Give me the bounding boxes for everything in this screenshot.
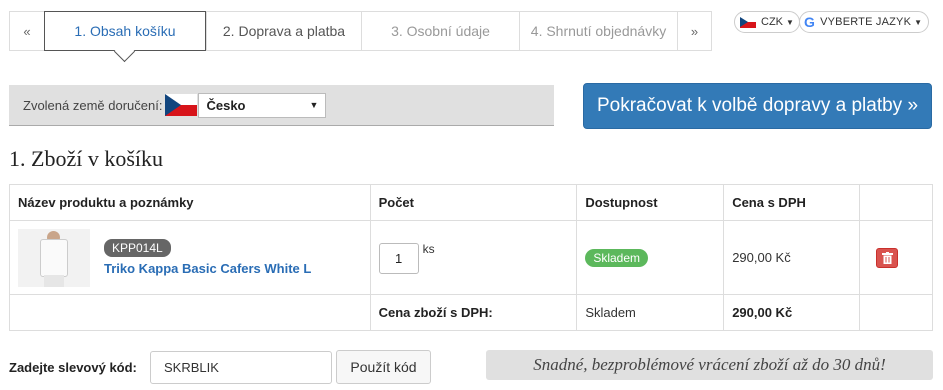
availability-cell: Skladem [576, 220, 725, 295]
product-cell: KPP014L Triko Kappa Basic Cafers White L [9, 220, 371, 295]
total-row: Cena zboží s DPH: Skladem 290,00 Kč [9, 294, 933, 331]
total-actions-cell [859, 294, 933, 331]
product-code-badge: KPP014L [104, 239, 171, 257]
step-personal-info[interactable]: 3. Osobní údaje [361, 12, 519, 50]
step-label: 4. Shrnutí objednávky [530, 23, 667, 39]
product-thumbnail[interactable] [18, 228, 90, 287]
checkout-steps: « 1. Obsah košíku 2. Doprava a platba 3.… [9, 11, 712, 51]
trash-icon [881, 251, 893, 264]
status-badge: Skladem [585, 248, 648, 267]
delete-item-button[interactable] [876, 247, 899, 268]
step-label: 1. Obsah košíku [74, 23, 176, 39]
chevron-down-icon: ▼ [914, 17, 923, 27]
steps-next-button[interactable]: » [677, 12, 711, 50]
currency-selector[interactable]: CZK ▼ [734, 11, 800, 33]
country-select-value: Česko [206, 97, 246, 113]
chevron-down-icon: ▼ [309, 100, 319, 110]
column-header-quantity: Počet [369, 184, 578, 221]
product-name-link[interactable]: Triko Kappa Basic Cafers White L [104, 261, 311, 276]
quantity-input[interactable]: 1 [378, 242, 419, 274]
column-header-actions [859, 184, 933, 221]
cart-title: 1. Zboží v košíku [9, 146, 163, 171]
cart-table: Název produktu a poznámky Počet Dostupno… [9, 184, 933, 331]
google-icon: G [804, 14, 816, 30]
currency-label: CZK [761, 16, 783, 28]
total-label: Cena zboží s DPH: [369, 294, 578, 331]
total-price: 290,00 Kč [723, 294, 861, 331]
step-label: 2. Doprava a platba [222, 23, 346, 39]
continue-button-label: Pokračovat k volbě dopravy a platby » [596, 95, 919, 116]
column-header-availability: Dostupnost [576, 184, 725, 221]
language-selector[interactable]: G VYBERTE JAZYK ▼ [799, 11, 930, 33]
total-availability: Skladem [576, 294, 725, 331]
price-cell: 290,00 Kč [723, 220, 861, 295]
discount-code-input[interactable]: SKRBLIK [150, 351, 332, 384]
table-row: KPP014L Triko Kappa Basic Cafers White L… [9, 220, 933, 295]
discount-code-label: Zadejte slevový kód: [9, 360, 137, 375]
quantity-cell: 1 ks [369, 220, 578, 295]
actions-cell [859, 220, 933, 295]
returns-notice-text: Snadné, bezproblémové vrácení zboží až d… [533, 355, 886, 374]
steps-prev-button[interactable]: « [10, 12, 44, 50]
country-select[interactable]: Česko ▼ [198, 92, 327, 118]
returns-notice: Snadné, bezproblémové vrácení zboží až d… [486, 350, 933, 380]
czech-flag-icon [165, 94, 198, 116]
step-cart-contents[interactable]: 1. Obsah košíku [44, 11, 206, 51]
step-shipping-payment[interactable]: 2. Doprava a platba [206, 12, 361, 50]
czech-flag-icon [740, 16, 756, 28]
total-empty-cell [9, 294, 371, 331]
chevron-down-icon: ▼ [786, 17, 794, 27]
step-label: 3. Osobní údaje [391, 23, 490, 39]
column-header-product: Název produktu a poznámky [9, 184, 371, 221]
step-order-summary[interactable]: 4. Shrnutí objednávky [519, 12, 677, 50]
apply-discount-label: Použít kód [350, 359, 417, 375]
quantity-unit: ks [422, 241, 435, 256]
delivery-country-bar: Zvolená země doručení: Česko ▼ [9, 85, 554, 126]
table-header-row: Název produktu a poznámky Počet Dostupno… [9, 184, 933, 221]
column-header-price: Cena s DPH [723, 184, 861, 221]
delivery-country-label: Zvolená země doručení: [23, 97, 163, 113]
continue-to-shipping-button[interactable]: Pokračovat k volbě dopravy a platby » [583, 83, 932, 129]
apply-discount-button[interactable]: Použít kód [336, 350, 431, 384]
language-label: VYBERTE JAZYK [820, 16, 912, 28]
